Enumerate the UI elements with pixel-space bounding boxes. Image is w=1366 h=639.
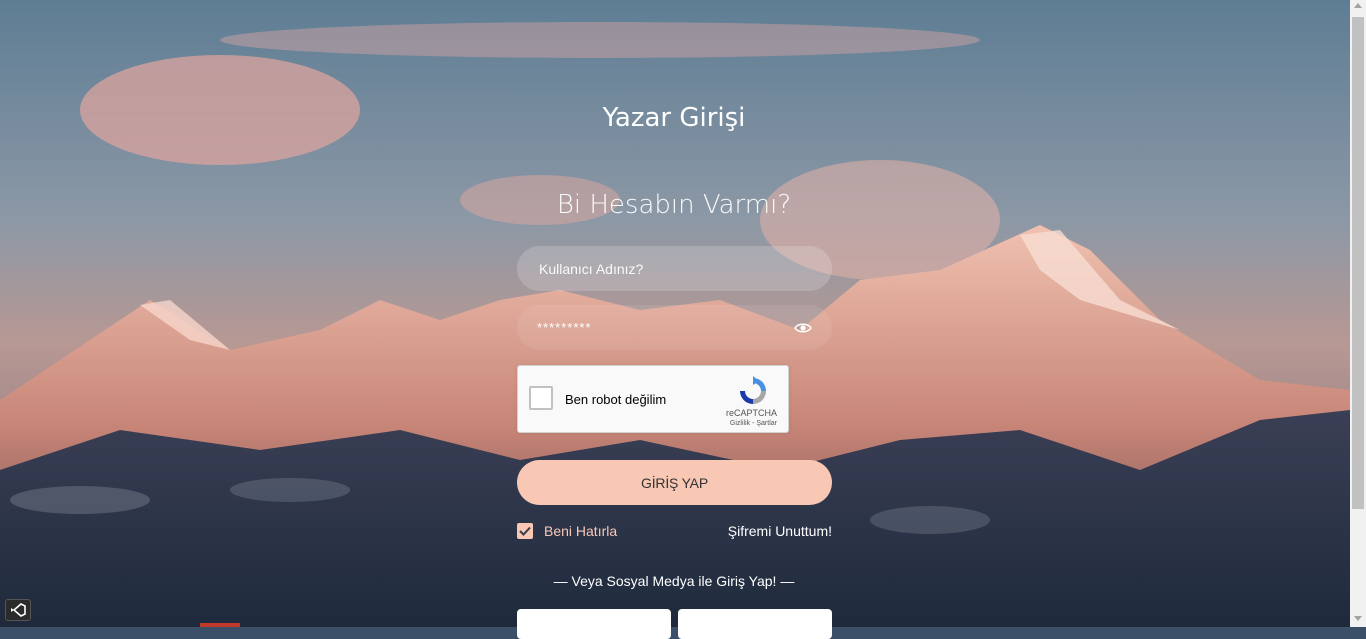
recaptcha-links: Gizlilik - Şartlar bbox=[730, 420, 777, 427]
login-panel: Yazar Girişi Bi Hesabın Varmı? *********… bbox=[0, 0, 1350, 639]
login-subtitle: Bi Hesabın Varmı? bbox=[556, 190, 792, 220]
recaptcha-checkbox[interactable] bbox=[529, 386, 553, 410]
recaptcha-label: Ben robot değilim bbox=[565, 392, 667, 407]
recaptcha-privacy-link[interactable]: Gizlilik bbox=[730, 420, 750, 427]
recaptcha-widget: Ben robot değilim reCAPTCHA Gizlilik - Ş… bbox=[517, 365, 789, 433]
password-input[interactable]: ********* bbox=[537, 320, 794, 335]
taskbar-indicator bbox=[200, 623, 240, 627]
social-login-button-2[interactable] bbox=[678, 609, 832, 639]
vertical-scrollbar[interactable] bbox=[1350, 0, 1366, 627]
login-button[interactable]: GİRİŞ YAP bbox=[517, 460, 832, 505]
password-field[interactable]: ********* bbox=[517, 305, 832, 350]
visual-studio-icon[interactable] bbox=[5, 599, 31, 621]
scroll-down-arrow-icon[interactable] bbox=[1354, 616, 1362, 621]
recaptcha-logo-icon bbox=[740, 376, 766, 404]
recaptcha-terms-link[interactable]: Şartlar bbox=[756, 420, 777, 427]
social-login-button-1[interactable] bbox=[517, 609, 671, 639]
recaptcha-brand: reCAPTCHA bbox=[725, 408, 777, 418]
page-title: Yazar Girişi bbox=[602, 103, 746, 133]
scroll-thumb[interactable] bbox=[1352, 17, 1364, 509]
remember-me-label: Beni Hatırla bbox=[544, 523, 618, 539]
social-login-divider: — Veya Sosyal Medya ile Giriş Yap! — bbox=[553, 573, 795, 589]
username-field[interactable] bbox=[517, 246, 832, 291]
remember-me-checkbox[interactable]: Beni Hatırla bbox=[517, 523, 617, 539]
eye-icon[interactable] bbox=[794, 322, 812, 334]
forgot-password-link[interactable]: Şifremi Unuttum! bbox=[728, 523, 832, 539]
scroll-up-arrow-icon[interactable] bbox=[1354, 3, 1362, 8]
username-input[interactable] bbox=[537, 259, 812, 278]
checkmark-icon[interactable] bbox=[517, 523, 533, 539]
